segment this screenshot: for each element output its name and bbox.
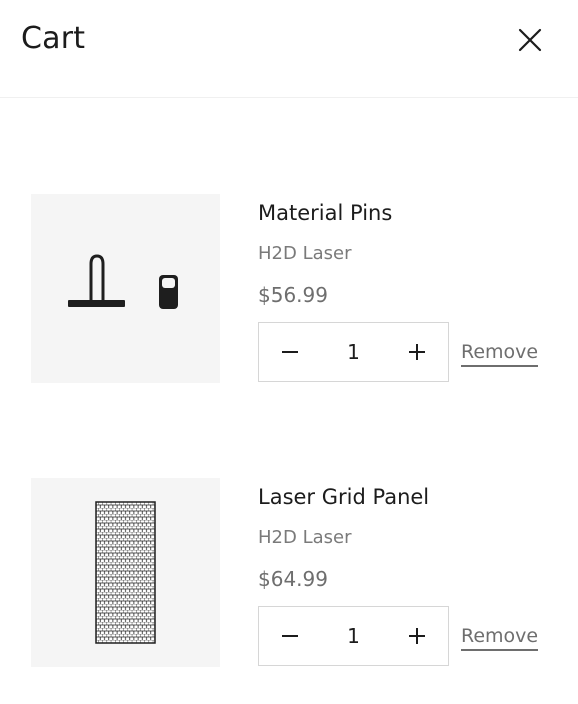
item-variant: H2D Laser [258,243,352,264]
item-price: $56.99 [258,283,328,307]
remove-item-button[interactable]: Remove [461,340,539,367]
close-icon [518,28,542,52]
page-title: Cart [21,21,86,56]
cart-item: Material Pins H2D Laser $56.99 1 Remove [0,194,578,384]
remove-item-button[interactable]: Remove [461,624,539,651]
laser-grid-panel-image[interactable] [31,478,220,667]
item-name[interactable]: Laser Grid Panel [258,483,429,511]
cart-item: Laser Grid Panel H2D Laser $64.99 1 Remo… [0,478,578,668]
material-pins-image[interactable] [31,194,220,383]
plus-icon [409,628,425,644]
close-button[interactable] [512,22,548,58]
item-price: $64.99 [258,567,328,591]
decrease-quantity-button[interactable] [259,607,321,665]
increase-quantity-button[interactable] [386,607,448,665]
item-name[interactable]: Material Pins [258,199,392,227]
minus-icon [282,635,298,637]
increase-quantity-button[interactable] [386,323,448,381]
quantity-value[interactable]: 1 [321,607,386,665]
decrease-quantity-button[interactable] [259,323,321,381]
quantity-stepper: 1 [258,606,449,666]
quantity-value[interactable]: 1 [321,323,386,381]
plus-icon [409,344,425,360]
quantity-stepper: 1 [258,322,449,382]
cart-header: Cart [0,0,578,98]
minus-icon [282,351,298,353]
item-variant: H2D Laser [258,527,352,548]
